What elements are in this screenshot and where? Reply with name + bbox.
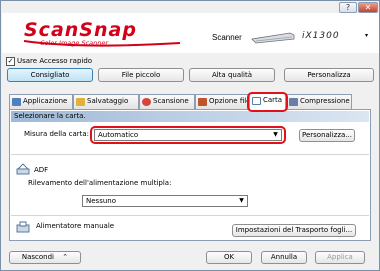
folder-icon [76,98,85,106]
close-button[interactable]: ✕ [358,2,378,13]
scanner-label: Scanner [212,33,242,42]
compression-icon [289,98,298,106]
customize-button[interactable]: Personalizza... [299,129,355,142]
preset-recommended-button[interactable]: Consigliato [7,68,93,82]
chevron-up-icon: ⌃ [62,253,69,261]
scanner-model[interactable]: iX1300 [302,31,340,41]
manual-feeder-icon [16,221,30,233]
section-header: Selezionare la carta. [11,111,369,122]
multifeed-label: Rilevamento dell'alimentazione multipla: [28,179,172,187]
multifeed-select[interactable]: Nessuno ▼ [82,195,248,207]
scansnap-logo: ScanSnap Color Image Scanner [23,19,181,47]
quick-menu-checkbox[interactable]: ✓ [6,57,15,66]
tab-application[interactable]: Applicazione [9,94,73,109]
help-button[interactable]: ? [339,2,357,13]
cancel-button[interactable]: Annulla [261,251,307,264]
manual-feeder-title: Alimentatore manuale [36,222,115,230]
scansnap-settings-window: ? ✕ ScanSnap Color Image Scanner Scanner… [0,0,380,271]
divider [11,215,369,216]
logo-sub-text: Color Image Scanner [40,39,109,47]
divider [11,154,369,155]
paper-size-highlight [90,126,286,144]
adf-title: ADF [34,166,49,174]
header: ScanSnap Color Image Scanner Scanner iX1… [2,13,379,53]
scan-icon [142,98,151,106]
tab-save[interactable]: Salvataggio [73,94,139,109]
preset-custom-button[interactable]: Personalizza [284,68,374,82]
paper-size-label: Misura della carta: [24,130,90,138]
scanner-device-icon[interactable] [250,30,296,44]
tab-scanning[interactable]: Scansione [139,94,195,109]
preset-high-quality-button[interactable]: Alta qualità [189,68,275,82]
hide-button[interactable]: Nascondi ⌃ [9,251,81,264]
chevron-down-icon: ▼ [239,197,244,204]
paper-settings-panel: Selezionare la carta. Misura della carta… [9,109,371,241]
ok-button[interactable]: OK [206,251,252,264]
tab-file-option[interactable]: Opzione file [195,94,250,109]
adf-scanner-icon [16,163,30,175]
logo-main-text: ScanSnap [24,19,137,41]
carrier-sheet-settings-button[interactable]: Impostazioni del Trasporto fogli... [232,224,356,237]
apply-button[interactable]: Applica [315,251,365,264]
paper-tab-highlight [247,92,288,112]
application-icon [12,98,21,106]
preset-small-file-button[interactable]: File piccolo [98,68,184,82]
section-title: Selezionare la carta. [14,112,86,120]
tab-compression[interactable]: Compressione [286,94,352,109]
file-icon [198,98,207,106]
quick-menu-label: Usare Accesso rapido [17,57,93,65]
scanner-dropdown-icon[interactable]: ▾ [365,32,368,39]
